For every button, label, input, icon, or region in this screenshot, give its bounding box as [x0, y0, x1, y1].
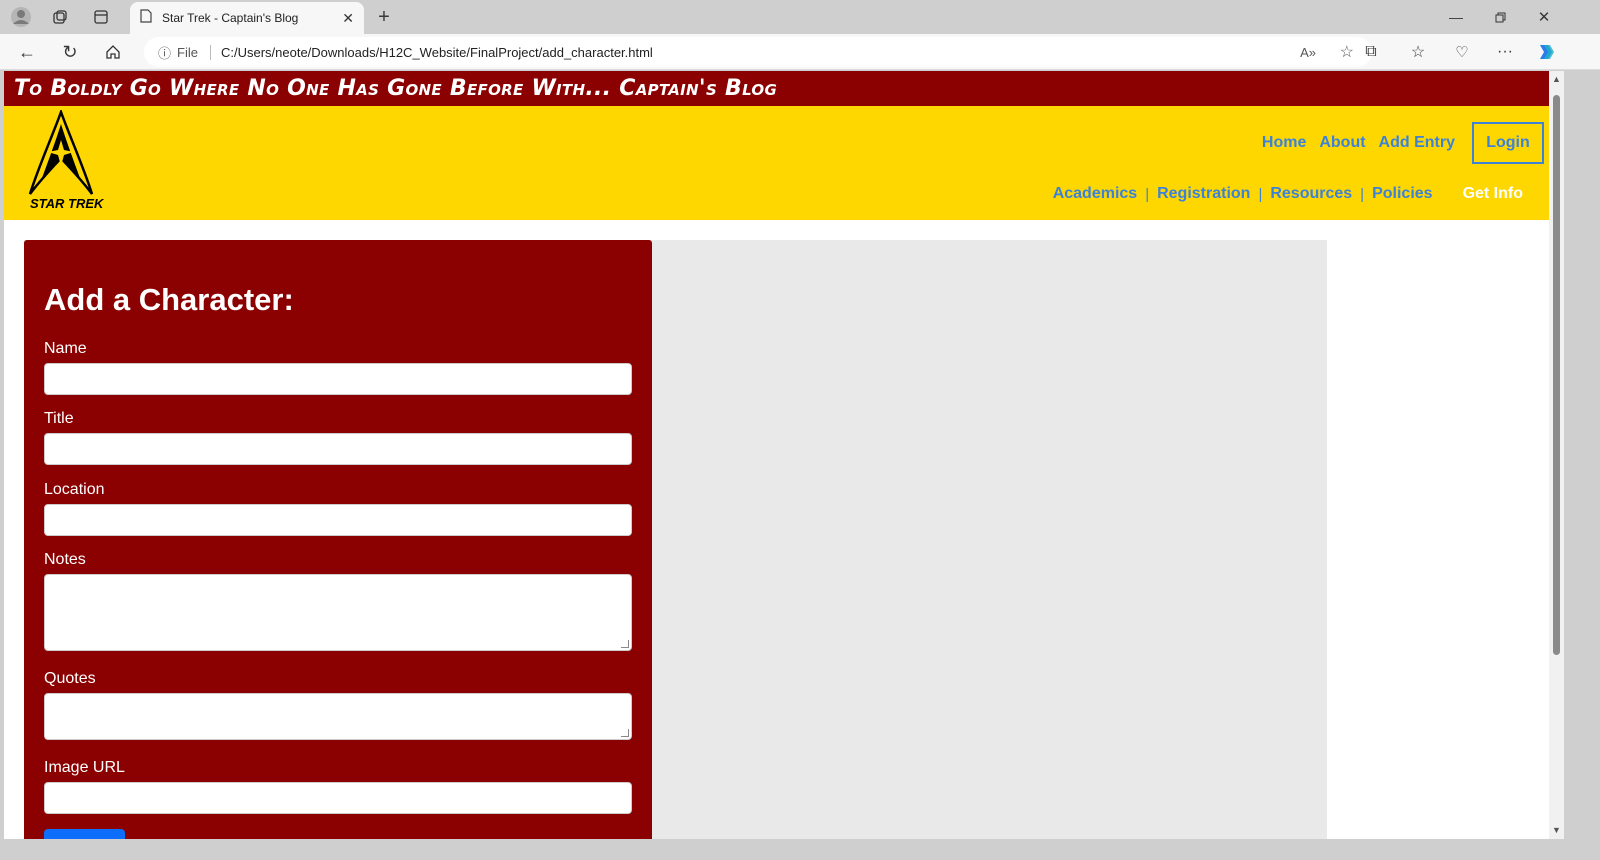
restore-icon[interactable]	[1486, 5, 1514, 29]
close-window-icon[interactable]: ✕	[1530, 5, 1558, 29]
page-viewport: To Boldly Go Where No One Has Gone Befor…	[4, 71, 1549, 839]
get-info-link[interactable]: Get Info	[1463, 185, 1523, 203]
resize-handle-icon[interactable]	[621, 640, 629, 648]
nav-separator: |	[1360, 185, 1365, 203]
form-title: Add a Character:	[44, 282, 294, 317]
browser-essentials-icon[interactable]: ♡	[1449, 40, 1475, 64]
back-icon[interactable]: ←	[14, 40, 40, 64]
favorite-star-icon[interactable]: ☆	[1340, 42, 1354, 62]
address-bar[interactable]: ⓘ File C:/Users/neote/Downloads/H12C_Web…	[144, 37, 1372, 67]
nav-about-link[interactable]: About	[1319, 134, 1365, 152]
new-tab-icon[interactable]: +	[372, 5, 396, 29]
url-text: C:/Users/neote/Downloads/H12C_Website/Fi…	[220, 44, 653, 60]
secondary-nav: Academics | Registration | Resources | P…	[1053, 185, 1523, 203]
submit-button[interactable]	[44, 829, 125, 839]
nav-separator: |	[1258, 185, 1263, 203]
title-input[interactable]	[44, 433, 632, 465]
title-label: Title	[44, 410, 74, 427]
profile-icon[interactable]	[8, 4, 34, 30]
browser-toolbar: ← ↻ ⓘ File C:/Users/neote/Downloads/H12C…	[0, 34, 1600, 70]
extensions-icon[interactable]: ⧉	[1358, 40, 1384, 64]
image-url-label: Image URL	[44, 759, 125, 776]
scroll-thumb[interactable]	[1553, 95, 1560, 655]
minimize-icon[interactable]: —	[1442, 5, 1470, 29]
tab-title: Star Trek - Captain's Blog	[162, 11, 299, 25]
info-icon[interactable]: ⓘ	[158, 43, 171, 62]
workspaces-icon[interactable]	[48, 5, 72, 29]
copilot-icon[interactable]	[1533, 40, 1559, 64]
nav-policies-link[interactable]: Policies	[1372, 185, 1432, 203]
active-tab[interactable]: Star Trek - Captain's Blog ✕	[130, 2, 364, 34]
banner-text: To Boldly Go Where No One Has Gone Befor…	[14, 76, 778, 101]
vertical-tabs-icon[interactable]	[89, 5, 113, 29]
home-icon[interactable]	[100, 40, 126, 64]
page-icon	[140, 8, 152, 28]
site-banner: To Boldly Go Where No One Has Gone Befor…	[4, 71, 1549, 106]
name-input[interactable]	[44, 363, 632, 395]
nav-registration-link[interactable]: Registration	[1157, 185, 1250, 203]
nav-academics-link[interactable]: Academics	[1053, 185, 1138, 203]
more-options-icon[interactable]: ···	[1492, 40, 1518, 64]
browser-tab-bar: Star Trek - Captain's Blog ✕ + — ✕	[0, 0, 1600, 34]
image-url-input[interactable]	[44, 782, 632, 814]
favorites-icon[interactable]: ☆	[1405, 40, 1431, 64]
read-aloud-icon[interactable]: A»	[1300, 45, 1316, 60]
quotes-textarea[interactable]	[44, 693, 632, 740]
resize-handle-icon[interactable]	[621, 729, 629, 737]
nav-home-link[interactable]: Home	[1262, 134, 1306, 152]
logo-text: STAR TREK	[30, 196, 104, 211]
url-scheme: File	[177, 44, 211, 60]
login-button[interactable]: Login	[1472, 122, 1544, 164]
notes-label: Notes	[44, 551, 86, 568]
nav-resources-link[interactable]: Resources	[1270, 185, 1352, 203]
nav-add-entry-link[interactable]: Add Entry	[1379, 134, 1455, 152]
scroll-down-icon[interactable]: ▼	[1552, 826, 1561, 835]
scroll-up-icon[interactable]: ▲	[1552, 75, 1561, 84]
quotes-label: Quotes	[44, 670, 96, 687]
page-scrollbar[interactable]: ▲ ▼	[1549, 71, 1564, 839]
add-character-form: Add a Character: Name Title Location Not…	[24, 240, 652, 839]
close-tab-icon[interactable]: ✕	[342, 10, 354, 27]
nav-separator: |	[1145, 185, 1150, 203]
name-label: Name	[44, 340, 87, 357]
notes-textarea[interactable]	[44, 574, 632, 651]
top-nav: Home About Add Entry Login	[1249, 122, 1544, 164]
site-header: STAR TREK Home About Add Entry Login Aca…	[4, 106, 1549, 220]
location-input[interactable]	[44, 504, 632, 536]
location-label: Location	[44, 481, 105, 498]
refresh-icon[interactable]: ↻	[57, 40, 83, 64]
